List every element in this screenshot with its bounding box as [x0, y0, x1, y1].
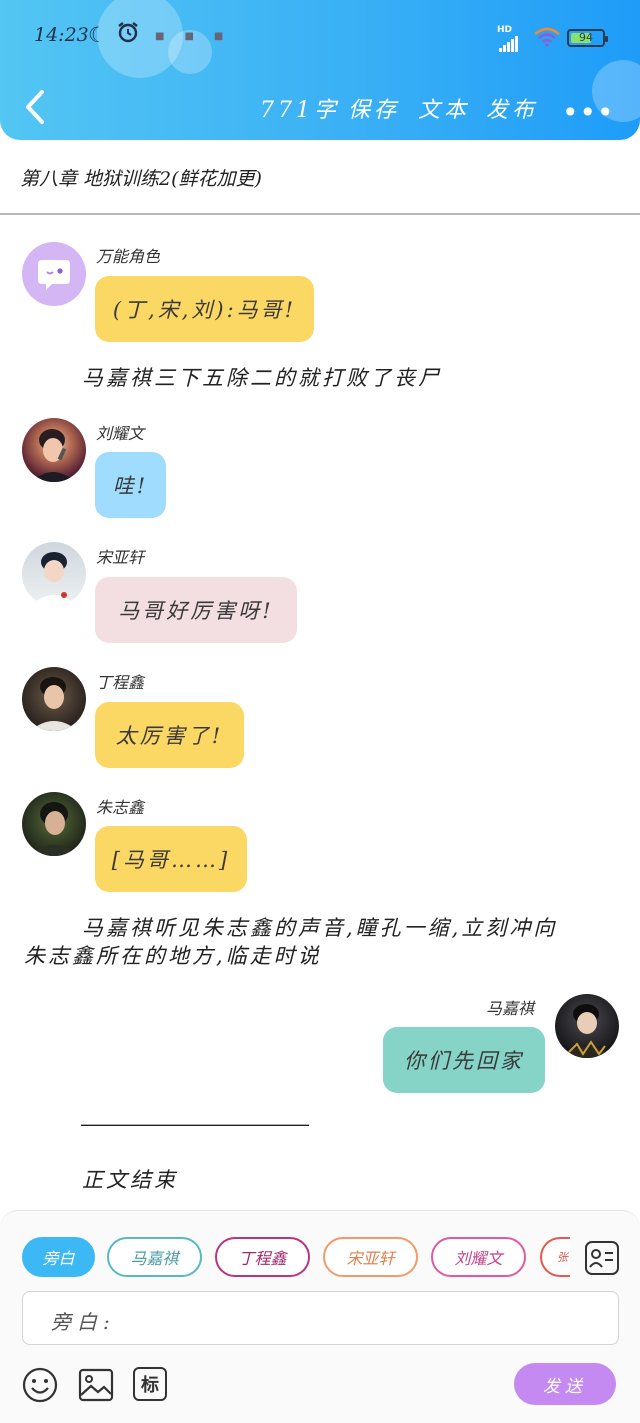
message-bubble[interactable]: [马哥……]	[95, 826, 247, 892]
person-photo	[30, 552, 78, 606]
speaker-name: 丁程鑫	[96, 673, 145, 692]
role-chip-song-yaxuan[interactable]: 宋亚轩	[323, 1237, 418, 1277]
narration-text[interactable]: 朱志鑫所在的地方,临走时说	[24, 940, 322, 970]
save-button[interactable]: 保存	[348, 92, 400, 124]
divider	[0, 213, 640, 215]
separator-line[interactable]: ————————————	[80, 1112, 310, 1136]
signal-icon	[499, 33, 519, 52]
narration-text[interactable]: 马嘉祺听见朱志鑫的声音,瞳孔一缩,立刻冲向	[82, 912, 557, 942]
person-photo	[561, 1004, 613, 1058]
battery-percent: 94	[579, 31, 593, 44]
publish-button[interactable]: 发布	[486, 92, 538, 124]
mark-tag-button[interactable]: 标	[133, 1367, 167, 1401]
status-time: 14:23	[34, 24, 89, 46]
wifi-icon	[534, 27, 560, 47]
role-chip-liu-yaowen[interactable]: 刘耀文	[431, 1237, 526, 1277]
narration-text[interactable]: 正文结束	[82, 1164, 178, 1194]
notification-icons: ■■■	[155, 31, 244, 42]
role-card-icon[interactable]	[584, 1240, 620, 1276]
narration-text[interactable]: 马嘉祺三下五除二的就打败了丧尸	[82, 362, 442, 392]
input-placeholder: 旁白:	[51, 1310, 116, 1334]
chat-bubble-icon	[38, 260, 70, 290]
avatar-ma-jiaqi[interactable]	[555, 994, 619, 1058]
speaker-name: 马嘉祺	[486, 999, 535, 1018]
message-bubble[interactable]: 太厉害了!	[95, 702, 244, 768]
avatar-ding-chengxin[interactable]	[22, 667, 86, 731]
speaker-name: 万能角色	[96, 247, 161, 266]
message-bubble[interactable]: 你们先回家	[383, 1027, 545, 1093]
avatar-zhu-zhixin[interactable]	[22, 792, 86, 856]
alarm-icon	[116, 20, 140, 49]
do-not-disturb-icon: ☾	[88, 23, 107, 47]
word-count: 771字	[260, 98, 340, 123]
speaker-name: 宋亚轩	[96, 548, 145, 567]
send-button[interactable]: 发送	[514, 1363, 616, 1405]
top-bar: 14:23 ☾ ■■■ HD 94 771字 保存 文本 发布 •••	[0, 0, 640, 140]
back-arrow-icon[interactable]	[22, 88, 48, 126]
more-options-icon[interactable]: •••	[562, 96, 615, 129]
role-chip-ma-jiaqi[interactable]: 马嘉祺	[107, 1237, 202, 1277]
avatar-song-yaxuan[interactable]	[22, 542, 86, 606]
message-bubble[interactable]: 哇!	[95, 452, 166, 518]
speaker-name: 朱志鑫	[96, 798, 145, 817]
role-chip-ding-chengxin[interactable]: 丁程鑫	[215, 1237, 310, 1277]
speaker-name: 刘耀文	[96, 424, 145, 443]
battery-cap	[605, 36, 608, 42]
message-input[interactable]: 旁白:	[22, 1291, 619, 1345]
message-bubble[interactable]: 马哥好厉害呀!	[95, 577, 297, 643]
image-icon[interactable]	[78, 1367, 114, 1403]
person-photo	[28, 802, 80, 856]
emoji-icon[interactable]	[22, 1367, 58, 1403]
message-bubble[interactable]: (丁,宋,刘):马哥!	[95, 276, 314, 342]
person-photo	[32, 429, 76, 482]
text-button[interactable]: 文本	[418, 92, 470, 124]
person-photo	[30, 677, 78, 731]
battery-icon: 94	[567, 29, 608, 47]
avatar-liu-yaowen[interactable]	[22, 418, 86, 482]
role-chip-narration[interactable]: 旁白	[22, 1237, 95, 1277]
chapter-title[interactable]: 第八章 地狱训练2(鲜花加更)	[20, 164, 262, 191]
avatar-universal-role[interactable]	[22, 242, 86, 306]
mark-tag-label: 标	[141, 1375, 159, 1396]
